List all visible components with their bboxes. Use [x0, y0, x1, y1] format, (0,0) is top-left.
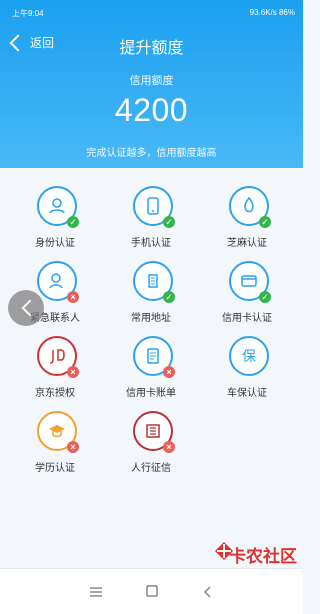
- verified-icon: ✓: [259, 216, 271, 228]
- verification-item-education[interactable]: × 学历认证: [5, 411, 105, 481]
- status-bar: 上午9:04 93.6K/s 86%: [0, 0, 303, 26]
- verified-icon: ✓: [67, 216, 79, 228]
- item-label: 车保认证: [227, 388, 267, 399]
- verification-item-sesame[interactable]: ✓ 芝麻认证: [197, 186, 297, 256]
- error-icon: ×: [67, 291, 79, 303]
- phone-icon: ✓: [133, 186, 175, 228]
- item-label: 学历认证: [35, 463, 75, 474]
- credit-value: 4200: [114, 92, 189, 128]
- error-icon: ×: [67, 366, 79, 378]
- home-icon[interactable]: [142, 583, 162, 601]
- verified-icon: ✓: [163, 216, 175, 228]
- contact-icon: ×: [37, 261, 79, 303]
- verification-item-bill[interactable]: × 信用卡账单: [101, 336, 201, 406]
- item-label: 身份认证: [35, 238, 75, 249]
- item-label: 人行征信: [131, 463, 171, 474]
- bill-icon: ×: [133, 336, 175, 378]
- sesame-icon: ✓: [229, 186, 271, 228]
- page-title: 提升额度: [119, 40, 184, 57]
- credit-header: 上午9:04 93.6K/s 86% 返回 提升额度 信用额度 4200 完成认…: [0, 0, 303, 168]
- car-insurance-icon: 保: [229, 336, 269, 376]
- error-icon: ×: [163, 366, 175, 378]
- verification-item-id[interactable]: ✓ 身份认证: [5, 186, 105, 256]
- item-label: 信用卡账单: [126, 388, 176, 399]
- building-icon: ✓: [133, 261, 175, 303]
- status-time: 上午9:04: [12, 9, 44, 18]
- credit-card-icon: ✓: [229, 261, 271, 303]
- error-icon: ×: [163, 441, 175, 453]
- watermark-logo: 卡农社区: [203, 520, 299, 590]
- verified-icon: ✓: [163, 291, 175, 303]
- item-label: 常用地址: [131, 313, 171, 324]
- verification-item-credit-report[interactable]: × 人行征信: [101, 411, 201, 481]
- verified-icon: ✓: [259, 291, 271, 303]
- item-label: 手机认证: [131, 238, 171, 249]
- menu-icon[interactable]: [86, 583, 106, 601]
- watermark-text: 卡农社区: [229, 547, 297, 566]
- status-right: 93.6K/s 86%: [249, 8, 295, 17]
- jd-icon: ×: [37, 336, 79, 378]
- credit-report-icon: ×: [133, 411, 175, 453]
- verification-item-jd[interactable]: × 京东授权: [5, 336, 105, 406]
- item-label: 信用卡认证: [222, 313, 272, 324]
- graduation-cap-icon: ×: [37, 411, 79, 453]
- top-nav: 返回 提升额度: [0, 30, 303, 58]
- verification-item-credit-card[interactable]: ✓ 信用卡认证: [197, 261, 297, 331]
- item-label: 芝麻认证: [227, 238, 267, 249]
- svg-text:保: 保: [242, 349, 256, 365]
- floating-back-button[interactable]: [8, 290, 44, 326]
- error-icon: ×: [67, 441, 79, 453]
- verification-grid: ✓ 身份认证 ✓ 手机认证 ✓ 芝麻认证 × 紧急联系人 ✓ 常用地址 ✓ 信用…: [0, 186, 303, 486]
- item-label: 京东授权: [35, 388, 75, 399]
- credit-label: 信用额度: [129, 75, 174, 87]
- verification-item-car-insurance[interactable]: 保 车保认证: [197, 336, 297, 406]
- verification-item-phone[interactable]: ✓ 手机认证: [101, 186, 201, 256]
- id-card-icon: ✓: [37, 186, 79, 228]
- credit-subtitle: 完成认证越多，信用额度越高: [86, 148, 217, 159]
- verification-item-address[interactable]: ✓ 常用地址: [101, 261, 201, 331]
